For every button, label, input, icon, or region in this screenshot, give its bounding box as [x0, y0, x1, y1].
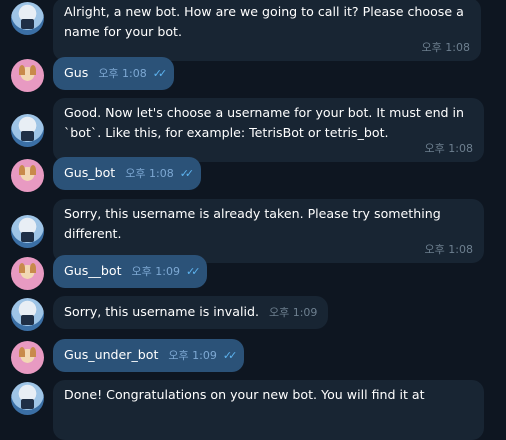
message-bubble[interactable]: Gus_bot 오후 1:08 ✓✓	[53, 157, 202, 190]
double-check-icon: ✓✓	[152, 67, 168, 80]
double-check-icon: ✓✓	[186, 265, 201, 278]
message-bubble[interactable]: Gus__bot 오후 1:09 ✓✓	[53, 255, 208, 288]
bot-avatar[interactable]	[11, 114, 44, 147]
message-text: Gus_bot	[64, 165, 116, 180]
message-row: Gus_under_bot 오후 1:09 ✓✓	[11, 339, 506, 374]
double-check-icon: ✓✓	[222, 349, 238, 362]
message-text: Alright, a new bot. How are we going to …	[64, 4, 464, 39]
bot-avatar[interactable]	[11, 215, 44, 248]
message-bubble[interactable]: Gus_under_bot 오후 1:09 ✓✓	[53, 339, 245, 372]
message-row: Sorry, this username is already taken. P…	[11, 199, 506, 263]
message-text: Gus	[64, 65, 89, 80]
message-bubble[interactable]: Sorry, this username is already taken. P…	[53, 199, 484, 263]
bot-avatar[interactable]	[11, 298, 44, 331]
bot-avatar[interactable]	[11, 382, 44, 415]
message-bubble[interactable]: Good. Now let's choose a username for yo…	[53, 98, 484, 162]
message-row: Gus__bot 오후 1:09 ✓✓	[11, 255, 506, 290]
message-time: 오후 1:08	[98, 67, 147, 80]
message-row: Done! Congratulations on your new bot. Y…	[11, 380, 506, 440]
message-text: Good. Now let's choose a username for yo…	[64, 105, 465, 140]
message-time: 오후 1:09	[268, 306, 318, 319]
message-bubble[interactable]: Gus 오후 1:08 ✓✓	[53, 57, 175, 90]
message-row: Good. Now let's choose a username for yo…	[11, 98, 506, 162]
message-time: 오후 1:09	[131, 265, 180, 278]
message-text: Gus_under_bot	[64, 347, 159, 362]
message-text: Done! Congratulations on your new bot. Y…	[64, 387, 425, 402]
message-text: Gus__bot	[64, 263, 122, 278]
user-avatar[interactable]	[11, 159, 44, 192]
message-bubble[interactable]: Sorry, this username is invalid. 오후 1:09	[53, 296, 329, 329]
message-time: 오후 1:08	[125, 167, 174, 180]
message-text: Sorry, this username is already taken. P…	[64, 206, 441, 241]
message-row: Alright, a new bot. How are we going to …	[11, 0, 506, 61]
user-avatar[interactable]	[11, 59, 44, 92]
message-bubble[interactable]: Alright, a new bot. How are we going to …	[53, 0, 481, 61]
message-text: Sorry, this username is invalid.	[64, 304, 259, 319]
message-time: 오후 1:08	[424, 142, 473, 155]
message-row: Sorry, this username is invalid. 오후 1:09	[11, 296, 506, 331]
message-row: Gus_bot 오후 1:08 ✓✓	[11, 157, 506, 192]
user-avatar[interactable]	[11, 257, 44, 290]
bot-avatar[interactable]	[11, 2, 44, 35]
double-check-icon: ✓✓	[179, 167, 195, 180]
message-row: Gus 오후 1:08 ✓✓	[11, 57, 506, 92]
message-time: 오후 1:08	[421, 41, 470, 54]
message-bubble[interactable]: Done! Congratulations on your new bot. Y…	[53, 380, 484, 440]
message-time: 오후 1:09	[168, 349, 217, 362]
user-avatar[interactable]	[11, 341, 44, 374]
